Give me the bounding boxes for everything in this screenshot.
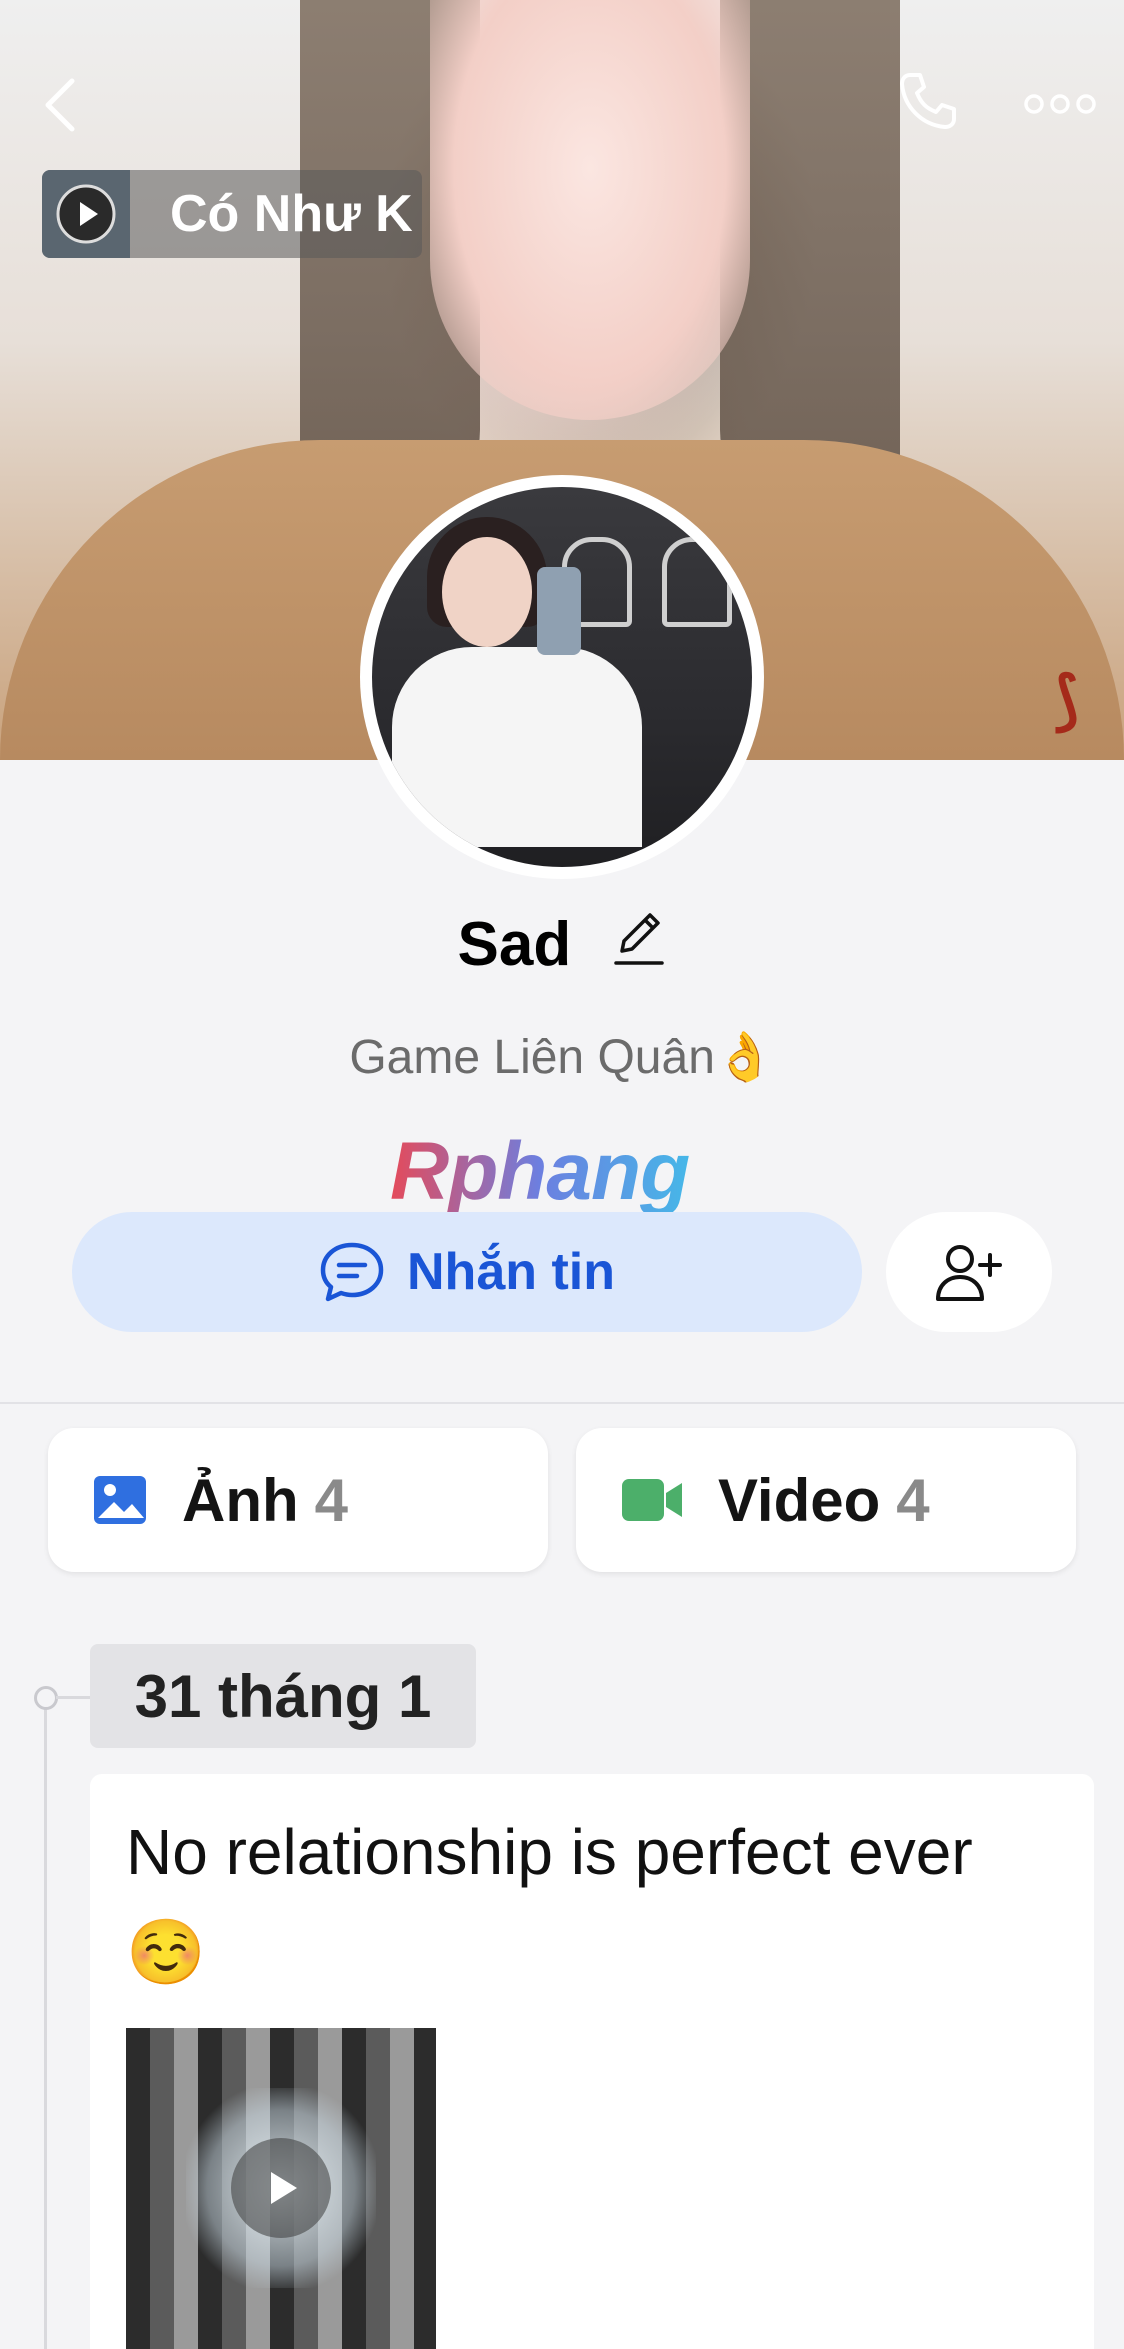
play-icon bbox=[271, 2172, 297, 2204]
avatar-photo bbox=[372, 487, 752, 867]
music-title: Có Như K bbox=[170, 185, 413, 243]
avatar-phone bbox=[537, 567, 581, 655]
more-button[interactable] bbox=[1020, 74, 1100, 134]
photos-label: Ảnh bbox=[182, 1466, 299, 1534]
watermark-logo: Rphang bbox=[390, 1126, 690, 1217]
message-button[interactable]: Nhắn tin bbox=[72, 1212, 862, 1332]
timeline-post[interactable]: No relationship is perfect ever☺️ bbox=[90, 1774, 1094, 2349]
profile-screen: ⟆ Có Như K Sad Game Liên Quân👌 Rphang Nh… bbox=[0, 0, 1124, 2349]
chat-icon bbox=[320, 1242, 384, 1302]
avatar[interactable] bbox=[360, 475, 764, 879]
post-video-thumbnail[interactable] bbox=[126, 2028, 436, 2349]
profile-name-row: Sad bbox=[0, 905, 1124, 982]
timeline-dot bbox=[34, 1686, 58, 1710]
photos-count: 4 bbox=[314, 1466, 349, 1534]
edit-icon bbox=[614, 913, 665, 965]
cover-face bbox=[430, 0, 750, 420]
call-button[interactable] bbox=[888, 66, 968, 136]
videos-label: Video bbox=[718, 1466, 881, 1534]
edit-name-button[interactable] bbox=[612, 907, 666, 982]
back-icon bbox=[45, 78, 75, 132]
timeline-date: 31 tháng 1 bbox=[90, 1644, 476, 1748]
add-friend-button[interactable] bbox=[886, 1212, 1052, 1332]
more-icon bbox=[1024, 94, 1096, 114]
cover-sweater-mark: ⟆ bbox=[1054, 664, 1079, 736]
profile-name: Sad bbox=[457, 910, 572, 980]
back-button[interactable] bbox=[30, 70, 90, 140]
avatar-shirt bbox=[392, 647, 642, 847]
avatar-face bbox=[442, 537, 532, 647]
profile-music[interactable]: Có Như K bbox=[42, 170, 422, 258]
photos-card[interactable]: Ảnh 4 bbox=[48, 1428, 548, 1572]
timeline-line bbox=[44, 1708, 47, 2349]
videos-card[interactable]: Video 4 bbox=[576, 1428, 1076, 1572]
avatar-bg-mirror bbox=[662, 537, 732, 627]
video-play-button[interactable] bbox=[231, 2138, 331, 2238]
photo-icon bbox=[92, 1472, 148, 1528]
post-text: No relationship is perfect ever☺️ bbox=[126, 1816, 973, 1988]
section-divider bbox=[0, 1402, 1124, 1404]
phone-icon bbox=[900, 73, 956, 129]
add-friend-icon bbox=[936, 1245, 1002, 1301]
videos-count: 4 bbox=[896, 1466, 930, 1534]
music-thumbnail bbox=[42, 170, 130, 258]
message-label: Nhắn tin bbox=[407, 1243, 615, 1301]
timeline-connector bbox=[56, 1696, 92, 1699]
play-icon bbox=[56, 184, 116, 244]
video-icon bbox=[620, 1475, 684, 1525]
profile-bio: Game Liên Quân👌 bbox=[349, 1031, 775, 1084]
